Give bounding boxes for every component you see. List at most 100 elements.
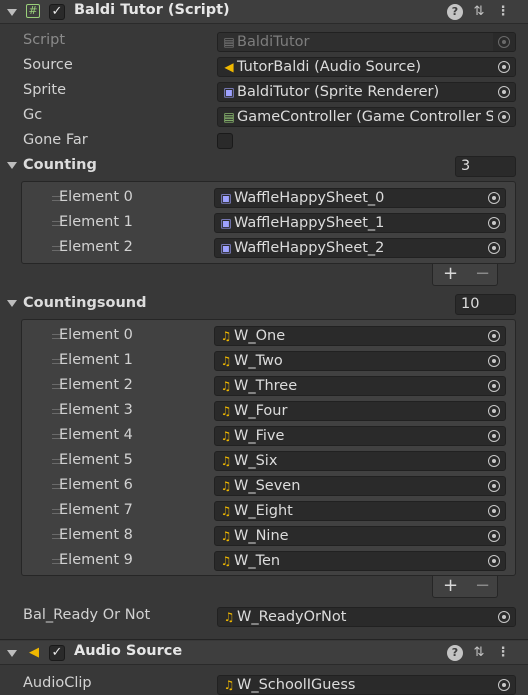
- remove-element-button[interactable]: −: [475, 263, 490, 284]
- sprite-icon: ▣: [220, 241, 232, 255]
- baldi-tutor-header[interactable]: # ✓ Baldi Tutor (Script) ? ⇅ ⋮: [0, 0, 528, 24]
- counting-add-remove: + −: [432, 263, 498, 286]
- audio-source-header[interactable]: ◀ ✓ Audio Source ? ⇅ ⋮: [0, 641, 528, 665]
- remove-element-button[interactable]: −: [475, 575, 490, 596]
- script-asset-icon: ▤: [223, 35, 235, 49]
- kebab-menu-icon[interactable]: ⋮: [495, 4, 511, 20]
- audio-clip-icon: ♫: [220, 429, 232, 443]
- foldout-arrow-icon[interactable]: [7, 9, 17, 16]
- countingsound-element-8[interactable]: ♫ W_Nine: [214, 526, 506, 546]
- audioclip-field[interactable]: ♫ W_SchoolIGuess: [217, 675, 516, 695]
- script-icon: #: [26, 4, 40, 18]
- object-picker-icon[interactable]: [483, 189, 505, 207]
- kebab-menu-icon[interactable]: ⋮: [495, 645, 511, 661]
- object-picker-icon[interactable]: [483, 239, 505, 257]
- counting-foldout-icon[interactable]: [7, 162, 17, 169]
- audio-clip-icon: ♫: [220, 504, 232, 518]
- object-picker-icon[interactable]: [483, 552, 505, 570]
- object-picker-icon[interactable]: [483, 377, 505, 395]
- list-item-label: Element 0: [59, 189, 133, 205]
- audio-clip-icon: ♫: [220, 379, 232, 393]
- object-picker-icon[interactable]: [493, 676, 515, 694]
- gc-field[interactable]: ▤ GameController (Game Controller Sc: [217, 107, 516, 127]
- component-separator: [0, 639, 528, 640]
- object-picker-icon[interactable]: [493, 58, 515, 76]
- audio-source-icon: ◀: [224, 60, 234, 74]
- countingsound-element-6[interactable]: ♫ W_Seven: [214, 476, 506, 496]
- object-picker-icon[interactable]: [483, 427, 505, 445]
- list-item-label: Element 7: [59, 502, 133, 518]
- bal-ready-field[interactable]: ♫ W_ReadyOrNot: [217, 607, 516, 627]
- object-picker-icon[interactable]: [483, 352, 505, 370]
- component-title: Baldi Tutor (Script): [74, 2, 230, 18]
- counting-size-field[interactable]: 3: [455, 156, 516, 177]
- sprite-renderer-icon: ▣: [223, 85, 235, 99]
- audio-clip-icon: ♫: [220, 354, 232, 368]
- countingsound-element-1[interactable]: ♫ W_Two: [214, 351, 506, 371]
- component-enabled-checkbox[interactable]: ✓: [49, 645, 65, 661]
- object-picker-icon[interactable]: [493, 608, 515, 626]
- gone-far-checkbox[interactable]: [217, 133, 233, 149]
- source-field[interactable]: ◀ TutorBaldi (Audio Source): [217, 57, 516, 77]
- countingsound-element-7[interactable]: ♫ W_Eight: [214, 501, 506, 521]
- sprite-field[interactable]: ▣ BaldiTutor (Sprite Renderer): [217, 82, 516, 102]
- foldout-arrow-icon[interactable]: [7, 650, 17, 657]
- countingsound-label[interactable]: Countingsound: [23, 295, 146, 311]
- object-picker-icon[interactable]: [483, 452, 505, 470]
- audio-clip-icon: ♫: [220, 479, 232, 493]
- list-item-label: Element 9: [59, 552, 133, 568]
- script-label: Script: [23, 32, 66, 48]
- sprite-icon: ▣: [220, 216, 232, 230]
- audioclip-label: AudioClip: [23, 675, 92, 691]
- list-item-label: Element 8: [59, 527, 133, 543]
- list-item-label: Element 1: [59, 214, 133, 230]
- list-item-label: Element 0: [59, 327, 133, 343]
- audio-clip-icon: ♫: [220, 554, 232, 568]
- sprite-label: Sprite: [23, 82, 67, 98]
- audio-clip-icon: ♫: [220, 404, 232, 418]
- object-picker-icon[interactable]: [483, 402, 505, 420]
- object-picker-icon[interactable]: [483, 502, 505, 520]
- countingsound-size-field[interactable]: 10: [455, 294, 516, 315]
- object-picker-icon[interactable]: [493, 83, 515, 101]
- preset-icon[interactable]: ⇅: [471, 4, 487, 20]
- list-item-label: Element 3: [59, 402, 133, 418]
- list-item-label: Element 2: [59, 377, 133, 393]
- add-element-button[interactable]: +: [443, 263, 458, 284]
- counting-label[interactable]: Counting: [23, 157, 97, 173]
- bal-ready-label: Bal_Ready Or Not: [23, 607, 151, 623]
- countingsound-element-0[interactable]: ♫ W_One: [214, 326, 506, 346]
- list-item-label: Element 1: [59, 352, 133, 368]
- object-picker-icon: [493, 33, 515, 51]
- counting-element-1[interactable]: ▣ WaffleHappySheet_1: [214, 213, 506, 233]
- counting-list: Element 0 ▣ WaffleHappySheet_0 Element 1…: [21, 181, 516, 264]
- counting-element-0[interactable]: ▣ WaffleHappySheet_0: [214, 188, 506, 208]
- component-enabled-checkbox[interactable]: ✓: [49, 4, 65, 20]
- list-item-label: Element 5: [59, 452, 133, 468]
- component-title: Audio Source: [74, 643, 183, 659]
- gone-far-label: Gone Far: [23, 132, 88, 148]
- help-icon[interactable]: ?: [447, 4, 463, 20]
- counting-element-2[interactable]: ▣ WaffleHappySheet_2: [214, 238, 506, 258]
- list-item-label: Element 6: [59, 477, 133, 493]
- countingsound-add-remove: + −: [432, 575, 498, 598]
- object-picker-icon[interactable]: [493, 108, 515, 126]
- countingsound-element-9[interactable]: ♫ W_Ten: [214, 551, 506, 571]
- sprite-icon: ▣: [220, 191, 232, 205]
- help-icon[interactable]: ?: [447, 645, 463, 661]
- audio-clip-icon: ♫: [220, 454, 232, 468]
- script-field: ▤ BaldiTutor: [217, 32, 516, 52]
- object-picker-icon[interactable]: [483, 527, 505, 545]
- object-picker-icon[interactable]: [483, 214, 505, 232]
- countingsound-element-2[interactable]: ♫ W_Three: [214, 376, 506, 396]
- object-picker-icon[interactable]: [483, 327, 505, 345]
- countingsound-element-3[interactable]: ♫ W_Four: [214, 401, 506, 421]
- countingsound-element-4[interactable]: ♫ W_Five: [214, 426, 506, 446]
- countingsound-element-5[interactable]: ♫ W_Six: [214, 451, 506, 471]
- script-icon: ▤: [223, 110, 235, 124]
- add-element-button[interactable]: +: [443, 575, 458, 596]
- countingsound-foldout-icon[interactable]: [7, 300, 17, 307]
- gc-label: Gc: [23, 107, 43, 123]
- object-picker-icon[interactable]: [483, 477, 505, 495]
- preset-icon[interactable]: ⇅: [471, 645, 487, 661]
